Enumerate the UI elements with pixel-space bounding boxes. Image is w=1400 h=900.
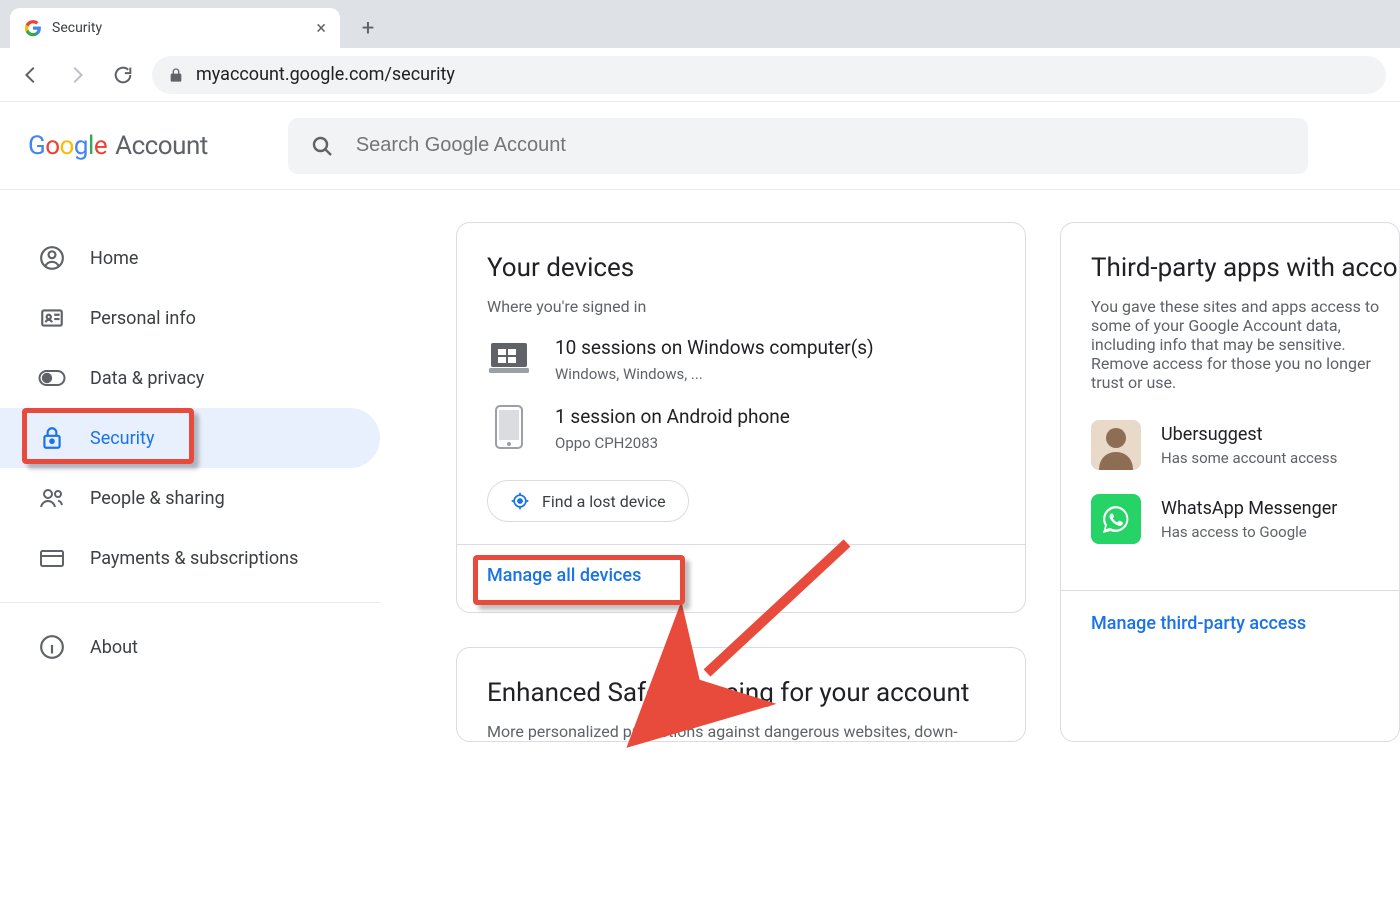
device-sub: Windows, Windows, ...: [555, 365, 874, 383]
sidebar-item-label: Home: [90, 248, 138, 269]
search-box[interactable]: [288, 118, 1308, 174]
sidebar: Home Personal info Data & privacy Securi…: [0, 190, 400, 742]
google-account-logo[interactable]: Google Account: [28, 131, 208, 161]
search-icon: [310, 134, 334, 158]
find-lost-device-chip[interactable]: Find a lost device: [487, 480, 689, 522]
sidebar-item-label: Payments & subscriptions: [90, 548, 298, 569]
account-word: Account: [115, 131, 208, 161]
sidebar-item-label: Data & privacy: [90, 368, 204, 389]
sidebar-item-label: People & sharing: [90, 488, 225, 509]
third-party-apps-card: Third-party apps with account access You…: [1060, 222, 1400, 742]
target-icon: [510, 491, 530, 511]
card-title: Your devices: [487, 253, 995, 283]
app-name: WhatsApp Messenger: [1161, 498, 1337, 519]
sidebar-divider: [0, 602, 380, 603]
user-circle-icon: [38, 244, 66, 272]
sidebar-item-personal-info[interactable]: Personal info: [0, 288, 380, 348]
tab-title: Security: [52, 20, 102, 36]
third-party-app-row[interactable]: Ubersuggest Has some account access: [1091, 420, 1399, 470]
sidebar-item-home[interactable]: Home: [0, 228, 380, 288]
id-card-icon: [38, 304, 66, 332]
app-avatar: [1091, 420, 1141, 470]
card-title: Third-party apps with account access: [1091, 253, 1399, 283]
card-desc: You gave these sites and apps access to …: [1091, 297, 1399, 392]
google-wordmark: Google: [28, 131, 107, 161]
back-button[interactable]: [14, 58, 48, 92]
tab-close-icon[interactable]: ×: [316, 18, 326, 39]
browser-tab[interactable]: Security ×: [10, 8, 340, 48]
manage-third-party-link[interactable]: Manage third-party access: [1091, 613, 1306, 634]
app-sub: Has access to Google: [1161, 523, 1337, 541]
info-icon: [38, 633, 66, 661]
sidebar-item-label: Personal info: [90, 308, 196, 329]
windows-computer-icon: [487, 336, 531, 380]
app-name: Ubersuggest: [1161, 424, 1337, 445]
url-text: myaccount.google.com/security: [196, 64, 455, 85]
device-title: 10 sessions on Windows computer(s): [555, 336, 874, 359]
sidebar-item-data-privacy[interactable]: Data & privacy: [0, 348, 380, 408]
reload-button[interactable]: [106, 58, 140, 92]
whatsapp-icon: [1091, 494, 1141, 544]
your-devices-card: Your devices Where you're signed in 10 s…: [456, 222, 1026, 613]
card-subtitle: Where you're signed in: [487, 297, 995, 316]
main-content: Your devices Where you're signed in 10 s…: [400, 190, 1400, 742]
sidebar-item-about[interactable]: About: [0, 617, 380, 677]
third-party-app-row[interactable]: WhatsApp Messenger Has access to Google: [1091, 494, 1399, 544]
device-row-android[interactable]: 1 session on Android phone Oppo CPH2083: [487, 405, 995, 452]
new-tab-button[interactable]: +: [352, 12, 384, 44]
device-row-windows[interactable]: 10 sessions on Windows computer(s) Windo…: [487, 336, 995, 383]
device-title: 1 session on Android phone: [555, 405, 790, 428]
card-icon: [38, 544, 66, 572]
sidebar-item-security[interactable]: Security: [0, 408, 380, 468]
app-sub: Has some account access: [1161, 449, 1337, 467]
manage-all-devices-link[interactable]: Manage all devices: [487, 565, 641, 586]
sidebar-item-people-sharing[interactable]: People & sharing: [0, 468, 380, 528]
annotation-arrow: [687, 533, 867, 703]
card-sub: More personalized protections against da…: [487, 722, 995, 741]
chip-label: Find a lost device: [542, 492, 666, 511]
app-header: Google Account: [0, 102, 1400, 190]
address-bar[interactable]: myaccount.google.com/security: [152, 56, 1386, 94]
forward-button[interactable]: [60, 58, 94, 92]
search-input[interactable]: [356, 134, 1286, 157]
sidebar-item-label: About: [90, 637, 138, 658]
device-sub: Oppo CPH2083: [555, 434, 790, 452]
toggle-icon: [38, 364, 66, 392]
people-icon: [38, 484, 66, 512]
lock-icon: [168, 67, 184, 83]
browser-toolbar: myaccount.google.com/security: [0, 48, 1400, 102]
sidebar-item-label: Security: [90, 428, 154, 449]
google-favicon: [24, 19, 42, 37]
sidebar-item-payments[interactable]: Payments & subscriptions: [0, 528, 380, 588]
phone-icon: [487, 405, 531, 449]
lock-icon: [38, 424, 66, 452]
browser-tab-bar: Security × +: [0, 0, 1400, 48]
